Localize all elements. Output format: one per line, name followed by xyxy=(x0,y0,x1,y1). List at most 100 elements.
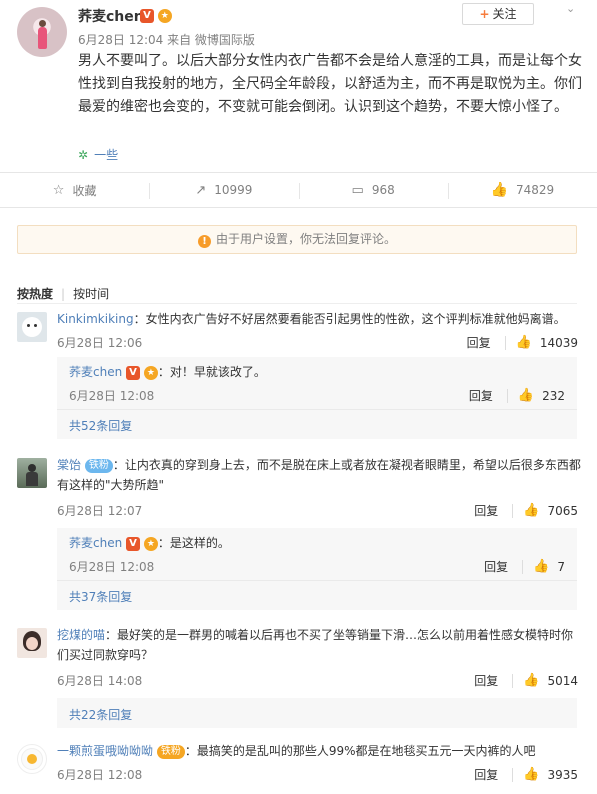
thumbs-up-icon[interactable]: 👍 xyxy=(523,673,539,688)
comment-text: 棠饴 铁粉 ：让内衣真的穿到身上去，而不是脱在床上或者放在凝视者眼睛里，希望以后很… xyxy=(57,455,582,495)
reply-body: ：是这样的。 xyxy=(157,536,230,550)
commenter-name[interactable]: Kinkimkiking xyxy=(57,312,134,326)
chevron-down-icon[interactable]: ⌄ xyxy=(566,2,578,15)
reply-ops: 回复 👍 232 xyxy=(469,387,565,404)
reply-thread: 荞麦chen V ★ ：是这样的。 6月28日 12:08 回复 👍 7 共37条… xyxy=(57,528,577,610)
tab-sort-hot[interactable]: 按热度 xyxy=(17,287,53,301)
weibo-post: 荞麦chen V ★ 6月28日 12:04 来自 微博国际版 + 关注 ⌄ 男人… xyxy=(0,0,597,172)
divider xyxy=(17,303,577,304)
action-bar: ☆ 收藏 ↗ 10999 ▭ 968 👍 74829 xyxy=(0,172,597,208)
medal-icon: ★ xyxy=(143,536,158,551)
thumbs-up-icon[interactable]: 👍 xyxy=(523,767,539,782)
commenter-name[interactable]: 一颗煎蛋哦呦呦呦 xyxy=(57,744,153,758)
comment-like-count: 7065 xyxy=(547,503,578,518)
reply-button[interactable]: 回复 xyxy=(484,558,508,575)
comment-sort-tabs: 按热度 | 按时间 xyxy=(17,285,109,302)
comment-body: ：最搞笑的是乱叫的那些人99%都是在地毯买五元一天内裤的人吧 xyxy=(184,744,536,758)
comment-ops: 回复 👍 14039 xyxy=(467,334,578,351)
verified-v-icon: V xyxy=(126,365,141,380)
reply-text: 荞麦chen V ★ ：是这样的。 xyxy=(69,533,230,553)
post-meta: 6月28日 12:04 来自 微博国际版 xyxy=(78,33,255,47)
comment-time: 6月28日 12:07 xyxy=(57,504,143,518)
commenter-avatar[interactable] xyxy=(17,458,47,488)
comment-like-count: 14039 xyxy=(539,335,578,350)
author-badges: V ★ xyxy=(140,8,172,23)
reply-text: 荞麦chen V ★ ：对！早就该改了。 xyxy=(69,362,266,382)
thumbs-up-icon[interactable]: 👍 xyxy=(516,335,532,350)
post-text: 男人不要叫了。以后大部分女性内衣广告都不会是给人意淫的工具，而是让每个女性找到自… xyxy=(78,53,582,115)
commenter-avatar[interactable] xyxy=(17,744,47,774)
divider xyxy=(512,767,514,782)
warning-icon: ! xyxy=(197,235,211,248)
comment-text: Kinkimkiking：女性内衣广告好不好居然要看能否引起男性的性欲，这个评判… xyxy=(57,309,582,329)
author-avatar[interactable] xyxy=(17,7,67,57)
comment-icon: ▭ xyxy=(351,182,364,198)
follow-button[interactable]: + 关注 xyxy=(462,3,534,25)
comment-body: ：女性内衣广告好不好居然要看能否引起男性的性欲，这个评判标准就他妈离谱。 xyxy=(133,312,566,326)
divider xyxy=(512,503,514,518)
reply-time: 6月28日 12:08 xyxy=(69,389,155,403)
commenter-name[interactable]: 棠饴 xyxy=(57,458,81,472)
divider xyxy=(522,559,524,574)
comment-ops: 回复 👍 7065 xyxy=(474,502,578,519)
reply-like-count: 232 xyxy=(542,388,565,403)
repost-count: 10999 xyxy=(214,183,253,197)
more-replies-link[interactable]: 共37条回复 xyxy=(69,588,132,605)
reply-button[interactable]: 回复 xyxy=(474,766,498,783)
more-replies-link[interactable]: 共52条回复 xyxy=(69,417,132,434)
comment-like-count: 3935 xyxy=(547,767,578,782)
comment-like-count: 5014 xyxy=(547,673,578,688)
star-icon: ☆ xyxy=(52,182,65,198)
verified-v-icon: V xyxy=(126,536,141,551)
author-name[interactable]: 荞麦chen xyxy=(78,6,144,26)
repost-button[interactable]: ↗ 10999 xyxy=(149,173,298,207)
reply-thread: 荞麦chen V ★ ：对！早就该改了。 6月28日 12:08 回复 👍 232… xyxy=(57,357,577,439)
reply-time: 6月28日 12:08 xyxy=(69,560,155,574)
reply-button[interactable]: 回复 xyxy=(474,672,498,689)
like-button[interactable]: 👍 74829 xyxy=(447,173,597,207)
thumbs-up-icon[interactable]: 👍 xyxy=(523,503,539,518)
favorite-label: 收藏 xyxy=(72,183,97,198)
like-count: 74829 xyxy=(516,183,555,197)
reply-restricted-notice: ! 由于用户设置，你无法回复评论。 xyxy=(17,225,577,254)
tab-divider: | xyxy=(61,287,66,301)
reply-body: ：对！早就该改了。 xyxy=(157,365,266,379)
fan-badge: 铁粉 xyxy=(84,459,113,473)
divider xyxy=(504,335,506,350)
thumbs-up-icon: 👍 xyxy=(490,182,508,198)
medal-icon: ★ xyxy=(157,8,172,23)
notice-text: 由于用户设置，你无法回复评论。 xyxy=(215,232,396,246)
more-replies-link[interactable]: 共22条回复 xyxy=(69,706,132,723)
comment-button[interactable]: ▭ 968 xyxy=(298,173,448,207)
favorite-button[interactable]: ☆ 收藏 xyxy=(0,173,149,207)
commenter-avatar[interactable] xyxy=(17,312,47,342)
reply-author-name[interactable]: 荞麦chen xyxy=(69,536,122,550)
thumbs-up-icon[interactable]: 👍 xyxy=(533,559,549,574)
plus-icon: + xyxy=(479,7,490,21)
comment-body: ：让内衣真的穿到身上去，而不是脱在床上或者放在凝视者眼睛里，希望以后很多东西都有… xyxy=(57,458,581,492)
commenter-name[interactable]: 挖煤的喵 xyxy=(57,628,105,642)
post-source-label: 一些 xyxy=(94,148,119,162)
reply-like-count: 7 xyxy=(557,559,565,574)
post-source[interactable]: ✲ 一些 xyxy=(78,146,118,163)
comment-body: ：最好笑的是一群男的喊着以后再也不买了坐等销量下滑…怎么以前用着性感女模特时你们… xyxy=(57,628,574,662)
comment-time: 6月28日 14:08 xyxy=(57,674,143,688)
tab-sort-time[interactable]: 按时间 xyxy=(73,287,109,301)
thumbs-up-icon[interactable]: 👍 xyxy=(518,388,534,403)
commenter-avatar[interactable] xyxy=(17,628,47,658)
divider xyxy=(512,673,514,688)
reply-author-name[interactable]: 荞麦chen xyxy=(69,365,122,379)
reply-button[interactable]: 回复 xyxy=(474,502,498,519)
reply-button[interactable]: 回复 xyxy=(467,334,491,351)
comment-ops: 回复 👍 3935 xyxy=(474,766,578,783)
reply-button[interactable]: 回复 xyxy=(469,387,493,404)
comment-count: 968 xyxy=(371,183,395,197)
reply-thread: 共22条回复 xyxy=(57,698,577,728)
comment-time: 6月28日 12:08 xyxy=(57,768,143,782)
comment-time: 6月28日 12:06 xyxy=(57,336,143,350)
comment-text: 一颗煎蛋哦呦呦呦 铁粉 ：最搞笑的是乱叫的那些人99%都是在地毯买五元一天内裤的人… xyxy=(57,741,582,761)
repost-icon: ↗ xyxy=(195,182,207,198)
sparkle-icon: ✲ xyxy=(78,148,89,162)
divider xyxy=(506,388,508,403)
follow-label: 关注 xyxy=(492,7,517,21)
